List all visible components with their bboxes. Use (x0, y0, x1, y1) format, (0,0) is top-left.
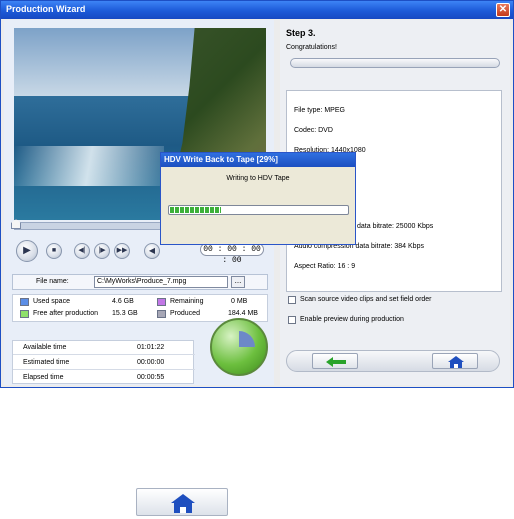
home-button-large[interactable] (136, 488, 228, 516)
write-back-dialog: HDV Write Back to Tape [29%] Writing to … (160, 152, 356, 245)
fast-forward-button[interactable]: ▶▶ (114, 243, 130, 259)
time-value: 00:00:00 (137, 359, 165, 366)
close-button[interactable]: ✕ (496, 3, 510, 17)
produced-value: 184.4 MB (228, 310, 258, 317)
previous-frame-icon: ◀| (78, 247, 86, 254)
fast-forward-icon: ▶▶ (116, 247, 128, 254)
scan-clips-label: Scan source video clips and set field or… (300, 296, 432, 303)
window-title: Production Wizard (6, 4, 86, 14)
time-value: 01:01:22 (137, 344, 165, 351)
previous-frame-button[interactable]: ◀| (74, 243, 90, 259)
file-name-input[interactable]: C:\MyWorks\Produce_7.mpg (94, 276, 228, 288)
free-space-value: 15.3 GB (112, 310, 138, 317)
speaker-icon: ◀ (148, 246, 156, 255)
preview-surf (14, 146, 164, 186)
home-icon (448, 356, 464, 368)
close-icon: ✕ (498, 4, 508, 15)
dialog-title[interactable]: HDV Write Back to Tape [29%] (161, 153, 355, 167)
home-button[interactable] (432, 353, 478, 369)
enable-preview-checkbox[interactable] (288, 316, 296, 324)
file-name-label: File name: (36, 278, 69, 285)
codec-text: Codec: DVD (294, 127, 333, 134)
free-space-label: Free after production (33, 310, 98, 317)
title-bar[interactable]: Production Wizard ✕ (1, 1, 513, 19)
remaining-value: 0 MB (231, 298, 248, 305)
wizard-progress-bar (290, 58, 500, 68)
volume-button[interactable]: ◀ (144, 243, 160, 259)
table-row: Available time 01:01:22 (13, 341, 195, 355)
free-space-swatch (20, 310, 29, 318)
produced-swatch (157, 310, 166, 318)
time-value: 00:00:55 (137, 374, 165, 381)
produced-label: Produced (170, 310, 200, 317)
time-label: Estimated time (23, 359, 70, 366)
file-type-text: File type: MPEG (294, 107, 345, 114)
browse-button[interactable]: ... (231, 276, 245, 288)
stop-button[interactable]: ■ (46, 243, 62, 259)
scan-clips-checkbox[interactable] (288, 296, 296, 304)
next-frame-button[interactable]: |▶ (94, 243, 110, 259)
step-heading: Step 3. (286, 28, 316, 38)
used-space-label: Used space (33, 298, 70, 305)
next-frame-icon: |▶ (98, 247, 106, 254)
write-progress-bar (168, 205, 349, 215)
used-space-swatch (20, 298, 29, 306)
aspect-ratio-text: Aspect Ratio: 16 : 9 (294, 263, 356, 270)
table-row: Elapsed time 00:00:55 (13, 371, 195, 385)
time-table: Available time 01:01:22 Estimated time 0… (12, 340, 195, 385)
back-button[interactable] (312, 353, 358, 369)
write-progress-fill (170, 207, 222, 213)
stop-icon: ■ (51, 247, 57, 254)
enable-preview-label: Enable preview during production (300, 316, 404, 323)
time-label: Elapsed time (23, 374, 64, 381)
play-button[interactable]: ▶ (16, 240, 38, 262)
congratulations-text: Congratulations! (286, 44, 337, 51)
home-icon (171, 494, 195, 513)
play-icon: ▶ (23, 245, 31, 256)
video-bitrate-text: data bitrate: 25000 Kbps (357, 223, 434, 230)
back-arrow-icon (326, 357, 346, 367)
used-space-value: 4.6 GB (112, 298, 134, 305)
table-row: Estimated time 00:00:00 (13, 356, 195, 370)
remaining-label: Remaining (170, 298, 204, 305)
remaining-swatch (157, 298, 166, 306)
time-label: Available time (23, 344, 67, 351)
used-space-slice (223, 331, 255, 363)
dialog-message: Writing to HDV Tape (226, 175, 290, 182)
